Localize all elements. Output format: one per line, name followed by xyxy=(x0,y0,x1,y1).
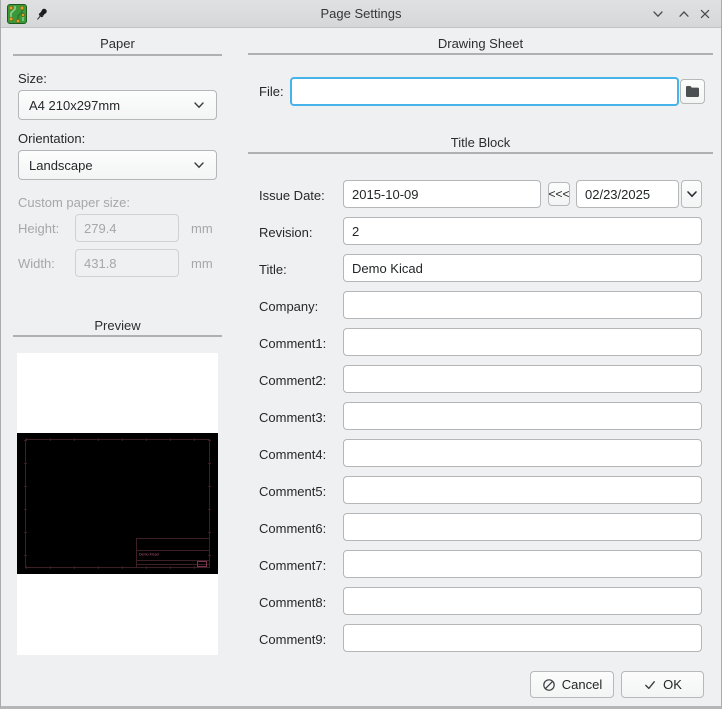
drawing-sheet-divider xyxy=(248,53,713,55)
ok-button[interactable]: OK xyxy=(621,671,704,698)
comment1-input[interactable] xyxy=(343,328,702,356)
ok-button-label: OK xyxy=(663,677,682,692)
orientation-label: Orientation: xyxy=(18,131,86,146)
page-preview: Demo Kicad xyxy=(17,353,218,655)
close-button[interactable] xyxy=(695,4,715,24)
title-block-divider xyxy=(248,152,713,154)
comment9-input[interactable] xyxy=(343,624,702,652)
comment1-label: Comment1: xyxy=(259,336,327,351)
date-picker-input[interactable] xyxy=(576,180,679,208)
close-icon xyxy=(700,9,710,19)
issue-date-label: Issue Date: xyxy=(259,188,325,203)
orientation-select[interactable]: Landscape xyxy=(18,150,217,180)
size-select-value: A4 210x297mm xyxy=(29,97,121,113)
date-picker-dropdown-button[interactable] xyxy=(681,180,702,208)
file-label: File: xyxy=(259,84,284,99)
height-unit: mm xyxy=(191,221,213,236)
cancel-icon xyxy=(542,678,555,691)
comment5-label: Comment5: xyxy=(259,484,327,499)
copy-date-button[interactable]: <<< xyxy=(548,182,570,206)
preview-title-block: Demo Kicad xyxy=(136,538,210,568)
title-input[interactable] xyxy=(343,254,702,282)
checkmark-icon xyxy=(645,680,655,689)
comment8-input[interactable] xyxy=(343,587,702,615)
chevron-down-icon xyxy=(194,162,204,169)
revision-label: Revision: xyxy=(259,225,313,240)
window-title: Page Settings xyxy=(320,6,402,21)
file-input[interactable] xyxy=(290,77,679,106)
comment3-label: Comment3: xyxy=(259,410,327,425)
comment3-input[interactable] xyxy=(343,402,702,430)
comment6-input[interactable] xyxy=(343,513,702,541)
comment2-input[interactable] xyxy=(343,365,702,393)
chevron-down-icon xyxy=(686,191,697,198)
paper-section-divider xyxy=(13,54,222,56)
chevron-down-icon xyxy=(194,102,204,109)
comment2-label: Comment2: xyxy=(259,373,327,388)
preview-section-divider xyxy=(13,335,222,337)
height-input xyxy=(75,214,179,242)
height-label: Height: xyxy=(18,221,60,236)
revision-input[interactable] xyxy=(343,217,702,245)
preview-section-header: Preview xyxy=(94,318,141,333)
company-label: Company: xyxy=(259,299,319,314)
title-block-section-header: Title Block xyxy=(450,135,511,150)
company-input[interactable] xyxy=(343,291,702,319)
paper-section-header: Paper xyxy=(100,36,135,51)
chevron-up-icon xyxy=(679,11,689,17)
preview-sheet: Demo Kicad xyxy=(17,433,218,574)
title-label: Title: xyxy=(259,262,287,277)
orientation-select-value: Landscape xyxy=(29,157,93,173)
page-settings-dialog: Page Settings Paper Size: A4 210x297mm O… xyxy=(0,0,722,709)
comment5-input[interactable] xyxy=(343,476,702,504)
width-unit: mm xyxy=(191,256,213,271)
issue-date-input[interactable] xyxy=(343,180,541,208)
cancel-button-label: Cancel xyxy=(561,677,603,692)
comment7-input[interactable] xyxy=(343,550,702,578)
drawing-sheet-section-header: Drawing Sheet xyxy=(437,36,524,51)
width-input xyxy=(75,249,179,277)
maximize-button[interactable] xyxy=(674,4,694,24)
comment4-label: Comment4: xyxy=(259,447,327,462)
preview-title-text: Demo Kicad xyxy=(139,552,159,557)
preview-drawing-frame: Demo Kicad xyxy=(24,438,211,569)
comment4-input[interactable] xyxy=(343,439,702,467)
browse-file-button[interactable] xyxy=(680,79,705,104)
comment7-label: Comment7: xyxy=(259,558,327,573)
size-label: Size: xyxy=(18,71,47,86)
comment8-label: Comment8: xyxy=(259,595,327,610)
folder-icon xyxy=(686,86,699,97)
chevron-down-icon xyxy=(653,11,663,18)
custom-paper-size-label: Custom paper size: xyxy=(18,195,130,210)
comment9-label: Comment9: xyxy=(259,632,327,647)
comment6-label: Comment6: xyxy=(259,521,327,536)
titlebar[interactable]: Page Settings xyxy=(1,0,721,28)
size-select[interactable]: A4 210x297mm xyxy=(18,90,217,120)
minimize-button[interactable] xyxy=(648,4,668,24)
width-label: Width: xyxy=(18,256,55,271)
cancel-button[interactable]: Cancel xyxy=(530,671,614,698)
